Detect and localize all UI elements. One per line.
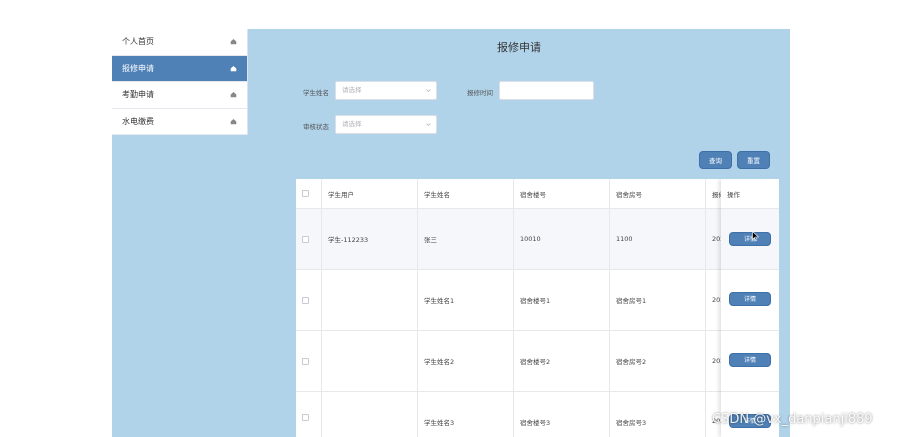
sidebar: 个人首页 报修申请 考勤申请 水电缴费	[112, 29, 248, 135]
table-row[interactable]: 学生姓名3 宿舍楼号3 宿舍房号3 202	[296, 392, 779, 437]
search-button[interactable]: 查询	[699, 151, 732, 169]
student-name-placeholder: 请选择	[342, 86, 362, 94]
header-cell: 学生姓名	[418, 179, 514, 208]
table-row[interactable]: 学生姓名2 宿舍楼号2 宿舍房号2 202	[296, 331, 779, 392]
sidebar-item-utilities[interactable]: 水电缴费	[112, 109, 247, 135]
row-select-cell	[296, 392, 322, 437]
mouse-cursor-icon	[752, 231, 759, 241]
row-checkbox[interactable]	[302, 296, 309, 304]
row-checkbox[interactable]	[302, 357, 309, 365]
operation-cell: 详情	[721, 270, 779, 331]
operation-cell: 详情	[721, 209, 779, 270]
student-name-select[interactable]: 请选择	[335, 81, 437, 100]
home-icon	[230, 38, 237, 45]
header-cell: 操作	[721, 179, 779, 209]
audit-status-placeholder: 请选择	[342, 120, 362, 128]
detail-button[interactable]: 详情	[729, 292, 771, 306]
cell-name: 学生姓名1	[418, 270, 514, 330]
cell-user	[322, 331, 418, 391]
sidebar-item-label: 考勤申请	[122, 90, 154, 100]
home-icon	[230, 65, 237, 72]
audit-status-select[interactable]: 请选择	[335, 115, 437, 134]
cell-room: 宿舍房号3	[610, 392, 706, 437]
header-cell: 学生用户	[322, 179, 418, 208]
cell-building: 宿舍楼号2	[514, 331, 610, 391]
chevron-down-icon	[426, 88, 431, 93]
home-icon	[230, 118, 237, 125]
table-row[interactable]: 学生姓名1 宿舍楼号1 宿舍房号1 202	[296, 270, 779, 331]
sidebar-item-label: 水电缴费	[122, 116, 154, 126]
cell-name: 张三	[418, 209, 514, 269]
audit-status-label: 审核状态	[303, 123, 329, 131]
cell-room: 宿舍房号2	[610, 331, 706, 391]
operation-column: 操作 详情 详情 详情 详情	[721, 179, 779, 437]
sidebar-item-label: 个人首页	[122, 37, 154, 47]
watermark: CSDN @vx_danpianji889	[712, 412, 873, 427]
row-checkbox[interactable]	[302, 414, 309, 421]
sidebar-item-home[interactable]: 个人首页	[112, 29, 247, 56]
home-icon	[230, 91, 237, 98]
app-window: 个人首页 报修申请 考勤申请 水电缴费 报修申请 学生姓名 请选择 报修时间 审…	[112, 29, 790, 437]
row-checkbox[interactable]	[302, 235, 309, 243]
repair-time-input[interactable]	[499, 81, 594, 100]
chevron-down-icon	[426, 122, 431, 127]
cell-user: 学生-112233	[322, 209, 418, 269]
header-select-cell	[296, 179, 322, 208]
cell-building: 10010	[514, 209, 610, 269]
row-select-cell	[296, 270, 322, 330]
select-all-checkbox[interactable]	[302, 190, 309, 197]
detail-button[interactable]: 详情	[729, 353, 771, 367]
repair-time-label: 报修时间	[467, 89, 493, 97]
table-header-row: 学生用户 学生姓名 宿舍楼号 宿舍房号 报修	[296, 179, 779, 209]
cell-user	[322, 392, 418, 437]
row-select-cell	[296, 209, 322, 269]
header-cell: 宿舍楼号	[514, 179, 610, 208]
cell-name: 学生姓名3	[418, 392, 514, 437]
cell-room: 1100	[610, 209, 706, 269]
student-name-label: 学生姓名	[303, 89, 329, 97]
cell-user	[322, 270, 418, 330]
sidebar-item-label: 报修申请	[122, 63, 154, 73]
page-title: 报修申请	[497, 41, 541, 54]
data-table: 学生用户 学生姓名 宿舍楼号 宿舍房号 报修 学生-112233 张三 1001…	[296, 179, 779, 437]
reset-button[interactable]: 重置	[737, 151, 770, 169]
header-cell: 宿舍房号	[610, 179, 706, 208]
cell-building: 宿舍楼号3	[514, 392, 610, 437]
sidebar-item-repair[interactable]: 报修申请	[112, 55, 247, 82]
cell-room: 宿舍房号1	[610, 270, 706, 330]
row-select-cell	[296, 331, 322, 391]
cell-name: 学生姓名2	[418, 331, 514, 391]
sidebar-item-attendance[interactable]: 考勤申请	[112, 82, 247, 109]
table-row[interactable]: 学生-112233 张三 10010 1100 202	[296, 209, 779, 270]
detail-button[interactable]: 详情	[729, 232, 771, 246]
operation-cell: 详情	[721, 331, 779, 392]
cell-building: 宿舍楼号1	[514, 270, 610, 330]
